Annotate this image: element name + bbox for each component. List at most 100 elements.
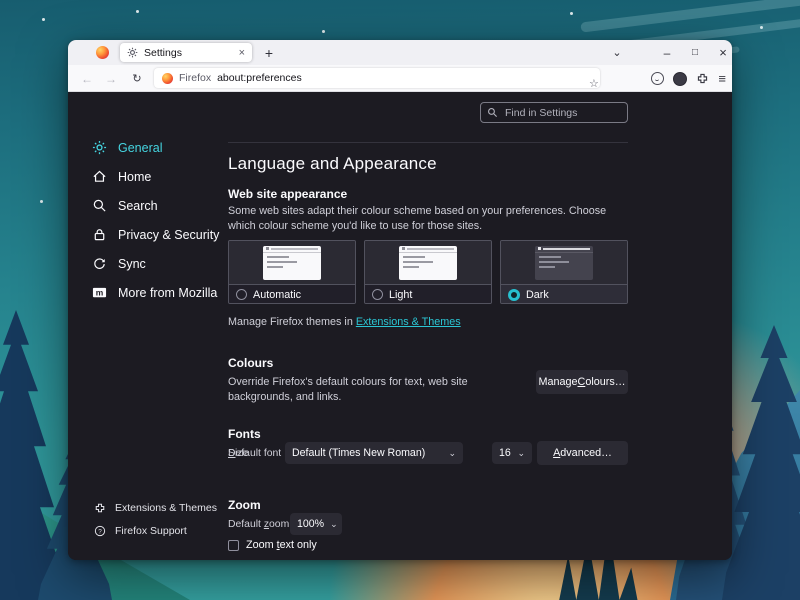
wallpaper-pine-tree	[722, 325, 800, 600]
radio-dark[interactable]	[508, 289, 520, 301]
forward-button[interactable]: →	[100, 65, 122, 92]
sidebar-item-privacy-security[interactable]: Privacy & Security	[92, 220, 222, 249]
tab-bar: Settings × + ⌄ – □ ×	[68, 40, 732, 65]
zoom-text-only-label: Zoom text only	[246, 539, 317, 551]
theme-preview-light	[365, 241, 491, 284]
sidebar-item-label: Privacy & Security	[118, 228, 219, 242]
close-tab-icon[interactable]: ×	[239, 47, 245, 59]
colours-description: Override Firefox's default colours for t…	[228, 375, 526, 405]
profile-avatar[interactable]	[673, 72, 687, 86]
theme-preview-auto	[229, 241, 355, 284]
select-value: 100%	[297, 518, 324, 530]
theme-preview-dark	[501, 241, 627, 284]
wallpaper-star	[322, 30, 325, 33]
sidebar-item-label: Home	[118, 170, 151, 184]
sidebar-item-sync[interactable]: Sync	[92, 249, 222, 278]
sidebar-item-extensions-themes[interactable]: Extensions & Themes	[94, 496, 217, 519]
radio-automatic[interactable]	[236, 289, 247, 300]
wallpaper-cloud	[580, 0, 800, 33]
extensions-icon[interactable]	[696, 72, 709, 85]
sidebar-item-label: Sync	[118, 257, 146, 271]
chevron-down-icon: ⌄	[330, 519, 338, 530]
menu-icon[interactable]: ≡	[718, 71, 726, 86]
button-text: Manage	[538, 376, 577, 388]
default-font-select[interactable]: Default (Times New Roman) ⌄	[285, 442, 463, 464]
advanced-button[interactable]: Advanced…	[537, 441, 628, 465]
extensions-icon	[94, 502, 106, 514]
help-icon: ?	[94, 525, 106, 537]
wallpaper-star	[760, 26, 763, 29]
list-tabs-chevron-icon[interactable]: ⌄	[604, 40, 630, 65]
colours-heading: Colours	[228, 356, 273, 370]
manage-colours-button[interactable]: Manage Colours…	[536, 370, 628, 394]
radio-light[interactable]	[372, 289, 383, 300]
button-text: dvanced…	[560, 447, 612, 459]
colour-scheme-options: Automatic Light	[228, 240, 628, 304]
sidebar-item-label: More from Mozilla	[118, 286, 217, 300]
mozilla-icon: m	[92, 285, 107, 300]
fonts-heading: Fonts	[228, 427, 261, 441]
sync-icon	[92, 256, 107, 271]
default-zoom-label: Default zoom	[228, 519, 289, 530]
window-maximize-button[interactable]: □	[682, 40, 708, 65]
option-label: Light	[389, 289, 412, 301]
button-text: olours…	[585, 376, 625, 388]
option-light[interactable]: Light	[364, 240, 492, 304]
option-automatic[interactable]: Automatic	[228, 240, 356, 304]
wallpaper-star	[40, 200, 43, 203]
toolbar-icons: ≡	[651, 65, 726, 92]
tab-settings[interactable]: Settings ×	[120, 43, 252, 62]
window-close-button[interactable]: ×	[710, 40, 732, 65]
extensions-themes-link[interactable]: Extensions & Themes	[356, 316, 461, 328]
settings-sidebar: General Home Search Priva	[92, 133, 222, 307]
firefox-window: Settings × + ⌄ – □ × ← → ↻ Firefox about…	[68, 40, 732, 560]
lock-icon	[92, 227, 107, 242]
website-appearance-heading: Web site appearance	[228, 187, 347, 201]
home-icon	[92, 169, 107, 184]
back-button[interactable]: ←	[76, 65, 98, 92]
chevron-down-icon: ⌄	[517, 448, 525, 459]
sidebar-item-firefox-support[interactable]: ? Firefox Support	[94, 519, 217, 542]
manage-themes-text: Manage Firefox themes in	[228, 316, 356, 328]
website-appearance-description: Some web sites adapt their colour scheme…	[228, 204, 628, 234]
firefox-logo-icon	[96, 46, 109, 59]
url-text: about:preferences	[217, 72, 583, 84]
navigation-bar: ← → ↻ Firefox about:preferences ☆ ≡	[68, 65, 732, 92]
gear-icon	[92, 140, 107, 155]
wallpaper-star	[136, 10, 139, 13]
settings-main-pane: Language and Appearance Web site appeara…	[228, 92, 628, 560]
option-label: Dark	[526, 289, 549, 301]
chevron-down-icon: ⌄	[448, 448, 456, 459]
manage-themes-line: Manage Firefox themes in Extensions & Th…	[228, 316, 461, 328]
select-value: 16	[499, 447, 511, 459]
sidebar-item-search[interactable]: Search	[92, 191, 222, 220]
sidebar-item-label: Search	[118, 199, 158, 213]
search-icon	[92, 198, 107, 213]
bookmark-star-icon[interactable]: ☆	[589, 77, 592, 80]
reload-button[interactable]: ↻	[126, 65, 148, 92]
sidebar-item-home[interactable]: Home	[92, 162, 222, 191]
new-tab-button[interactable]: +	[256, 40, 282, 65]
button-accesskey: A	[553, 447, 560, 459]
zoom-text-only-row: Zoom text only	[228, 539, 317, 551]
sidebar-footer: Extensions & Themes ? Firefox Support	[94, 496, 217, 542]
settings-page: General Home Search Priva	[68, 92, 732, 560]
page-title: Language and Appearance	[228, 154, 437, 174]
search-engine-chip: Firefox	[179, 72, 211, 84]
zoom-text-only-checkbox[interactable]	[228, 540, 239, 551]
account-badge-icon[interactable]	[651, 72, 664, 85]
size-label: Size	[228, 448, 248, 459]
url-bar[interactable]: Firefox about:preferences ☆	[154, 68, 600, 88]
sidebar-item-more-from-mozilla[interactable]: m More from Mozilla	[92, 278, 222, 307]
default-zoom-select[interactable]: 100% ⌄	[290, 513, 342, 535]
wallpaper-pine-tree	[0, 310, 66, 600]
svg-text:m: m	[96, 288, 104, 298]
window-minimize-button[interactable]: –	[654, 40, 680, 65]
zoom-heading: Zoom	[228, 498, 261, 512]
font-size-select[interactable]: 16 ⌄	[492, 442, 532, 464]
sidebar-item-label: General	[118, 141, 162, 155]
sidebar-item-label: Firefox Support	[115, 525, 187, 537]
option-dark[interactable]: Dark	[500, 240, 628, 304]
sidebar-item-general[interactable]: General	[92, 133, 222, 162]
wallpaper-star	[570, 12, 573, 15]
